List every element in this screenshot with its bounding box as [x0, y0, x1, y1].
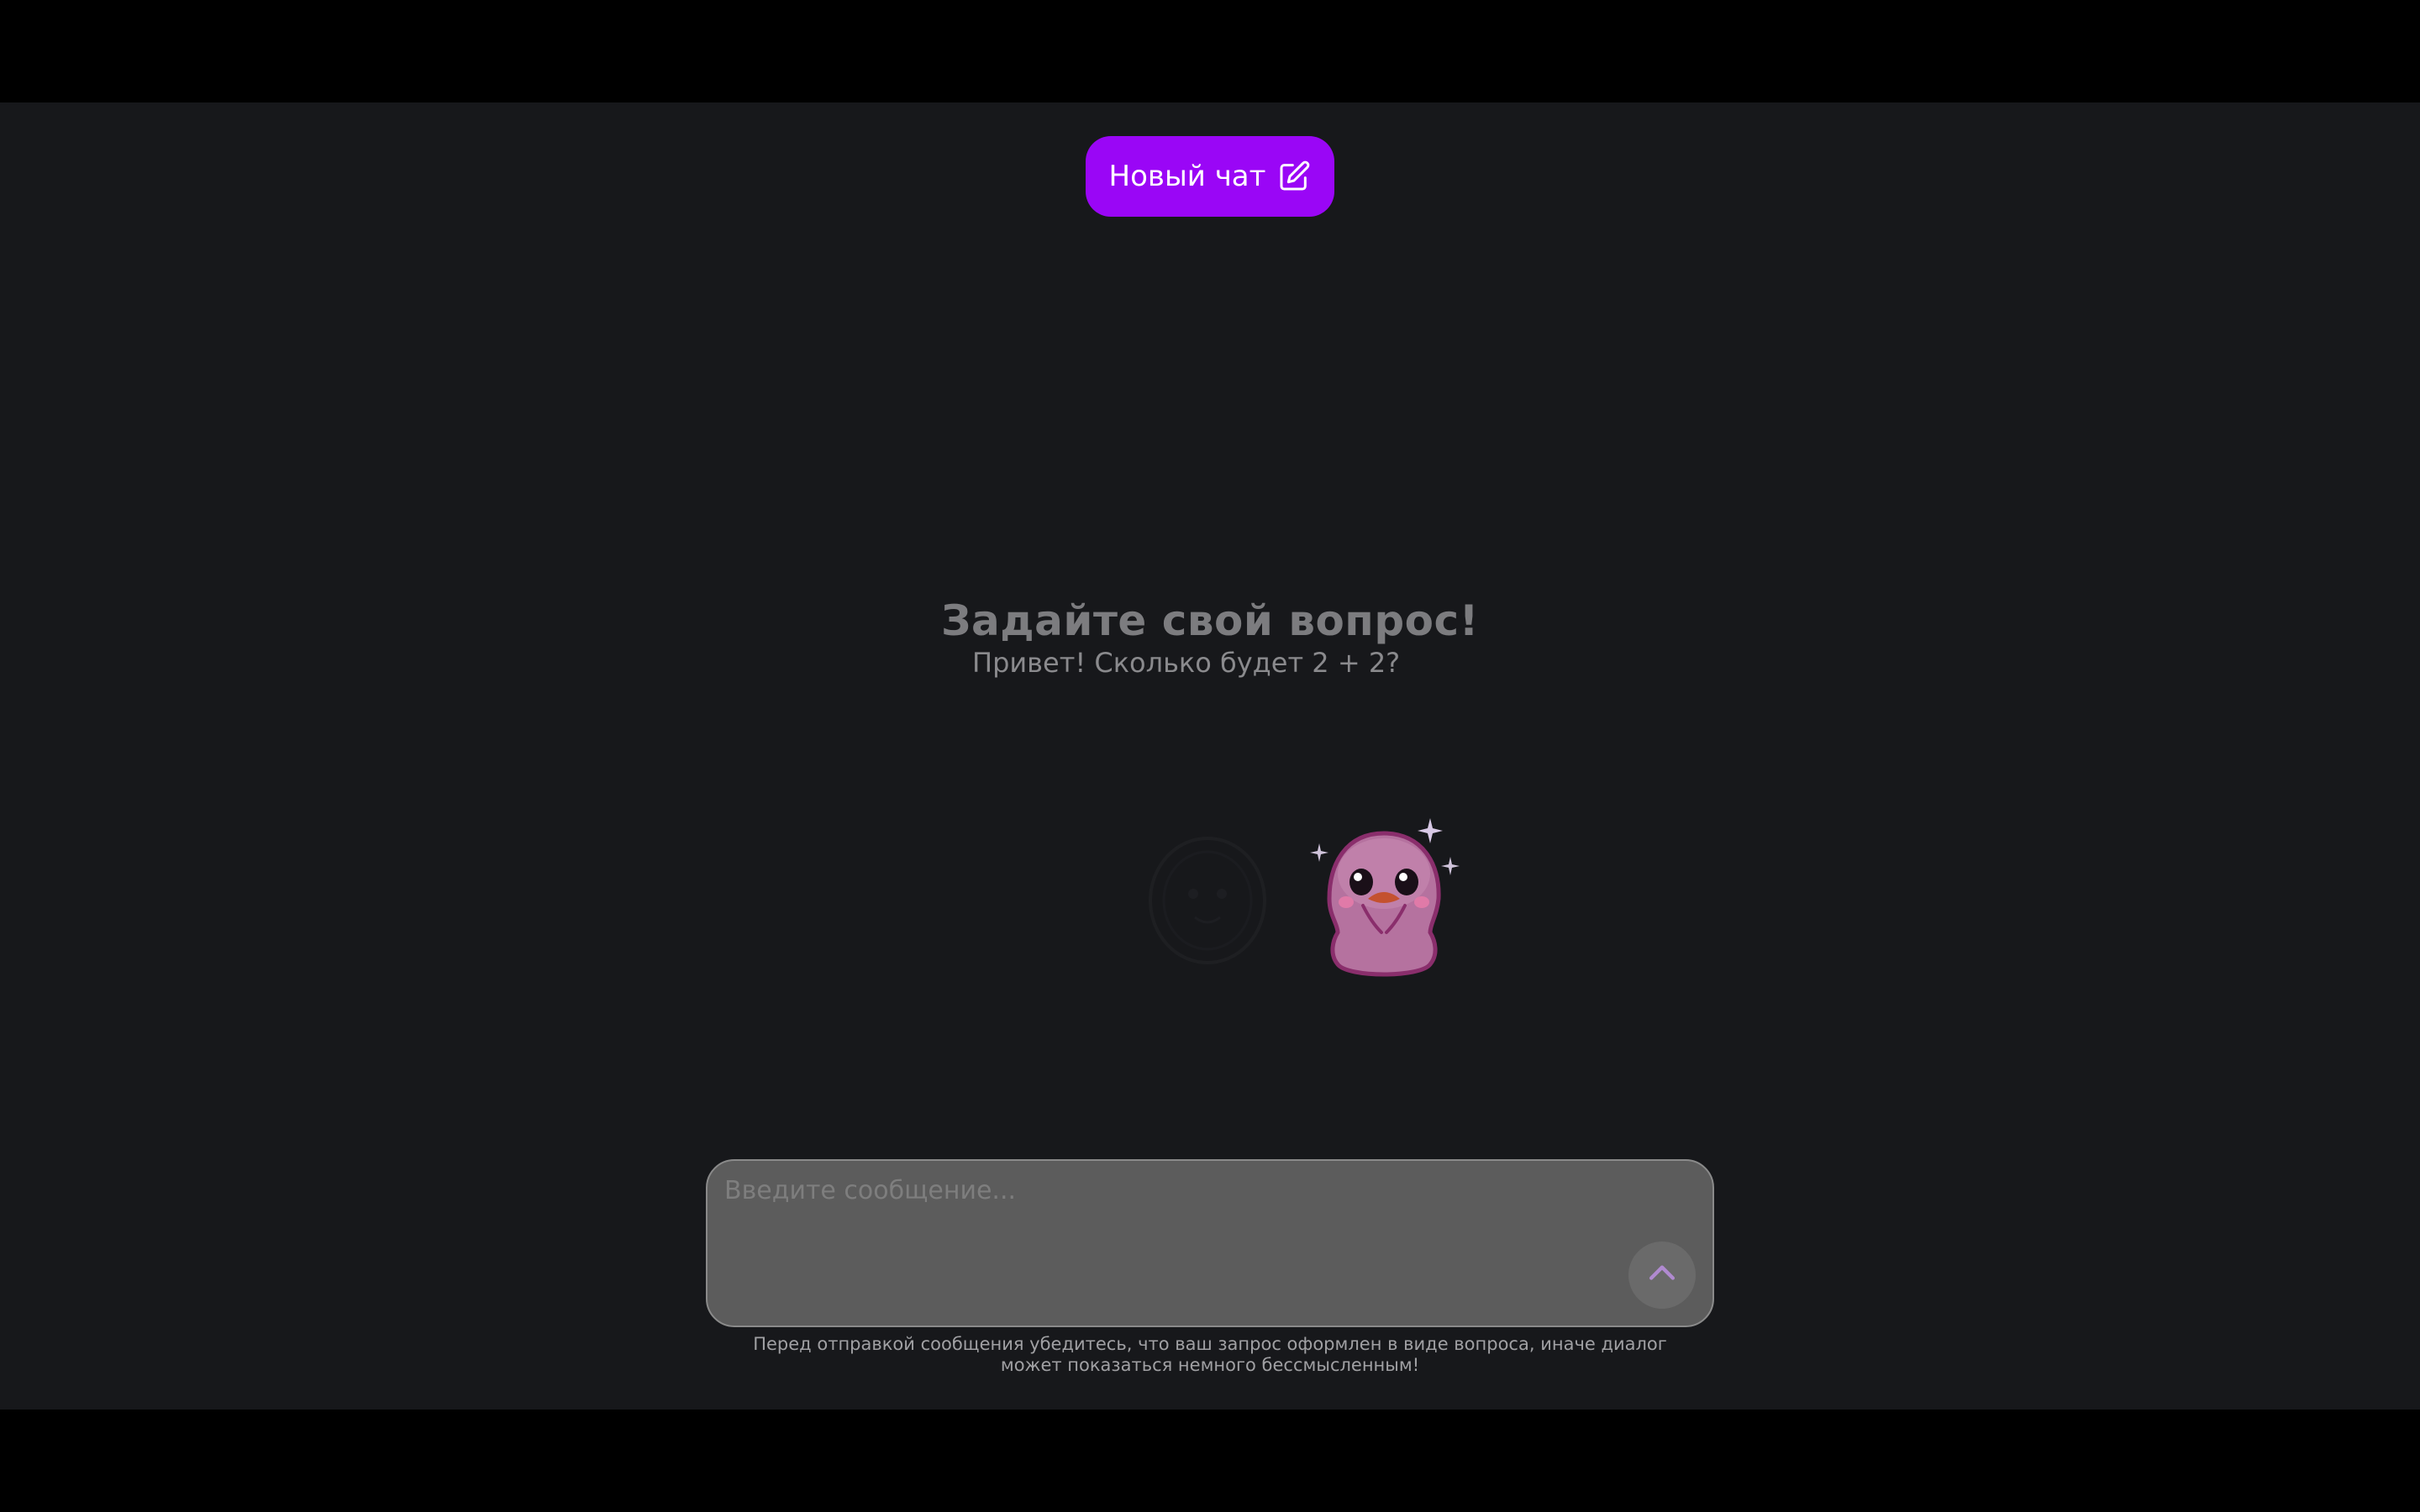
disclaimer-text: Перед отправкой сообщения убедитесь, что…	[753, 1334, 1667, 1375]
faded-mascot-illustration	[1144, 833, 1270, 968]
chat-app: Новый чат Задайте свой вопрос! Привет! С…	[0, 102, 2420, 1410]
chevron-up-icon	[1644, 1255, 1681, 1295]
edit-icon	[1277, 160, 1311, 193]
letterbox-top	[0, 0, 2420, 102]
empty-state-title: Задайте свой вопрос!	[941, 596, 1479, 645]
new-chat-label: Новый чат	[1108, 160, 1266, 193]
send-button[interactable]	[1628, 1242, 1696, 1309]
letterbox-bottom	[0, 1410, 2420, 1512]
mascot-illustration	[1304, 815, 1464, 983]
message-input[interactable]	[724, 1176, 1607, 1302]
example-prompt[interactable]: Привет! Сколько будет 2 + 2?	[972, 647, 1400, 679]
new-chat-button[interactable]: Новый чат	[1086, 136, 1334, 217]
message-composer	[706, 1159, 1714, 1327]
